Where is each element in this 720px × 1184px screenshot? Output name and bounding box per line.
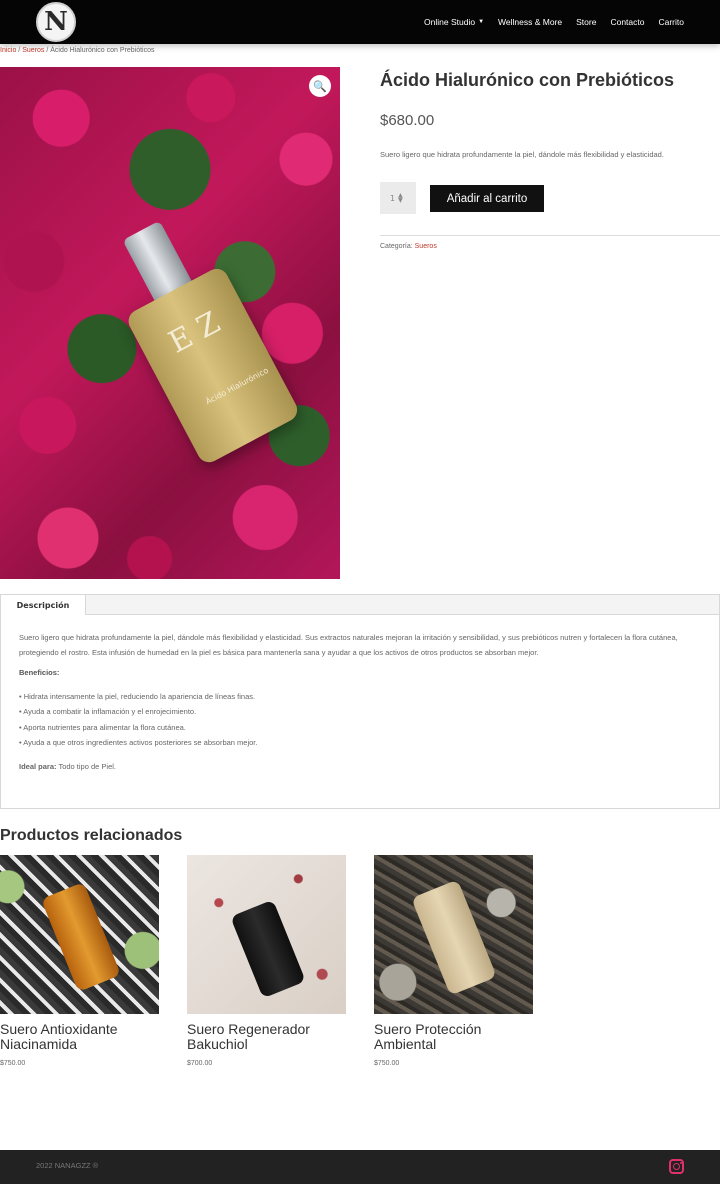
nav-label: Online Studio [424,17,476,27]
nav-store[interactable]: Store [576,17,596,27]
product-tabs: Descripción Suero ligero que hidrata pro… [0,594,720,809]
site-logo[interactable]: N [36,2,76,42]
bottle-monogram: E Z [163,305,226,361]
zoom-icon[interactable]: 🔍 [309,75,331,97]
ideal-label: Ideal para: [19,761,57,771]
ideal-for: Ideal para: Todo tipo de Piel. [19,760,699,775]
description-intro: Suero ligero que hidrata profundamente l… [19,633,678,657]
related-heading: Productos relacionados [0,827,183,844]
quantity-stepper[interactable]: 1 ▲ ▼ [380,182,416,214]
breadcrumb: Inicio / Sueros / Ácido Hialurónico con … [0,47,155,54]
nav-label: Wellness & More [498,17,563,27]
list-item: Ayuda a que otros ingredientes activos p… [19,735,699,751]
nav-contacto[interactable]: Contacto [610,17,644,27]
product-price: $750.00 [0,1060,26,1067]
instagram-icon[interactable] [669,1159,684,1174]
product-thumbnail[interactable] [187,855,346,1014]
bottle-image [411,879,497,996]
product-price: $700.00 [187,1060,213,1067]
related-product-card[interactable]: Suero Regenerador Bakuchiol $700.00 [187,855,346,1067]
product-price: $680.00 [380,112,435,129]
stepper-arrows-icon[interactable]: ▲ ▼ [398,193,403,204]
category-label: Categoría: [380,243,415,250]
bottle-label: Ácido Hialurónico [204,365,270,407]
product-name[interactable]: Suero Antioxidante Niacinamida [0,1022,159,1052]
nav-online-studio[interactable]: Online Studio ▼ [424,17,484,27]
tab-bar: Descripción [1,595,719,615]
breadcrumb-category-link[interactable]: Sueros [22,47,44,54]
product-bottle: E Z Ácido Hialurónico [92,205,302,467]
list-item: Aporta nutrientes para alimentar la flor… [19,720,699,736]
bottle-image [230,899,306,999]
product-thumbnail[interactable] [374,855,533,1014]
breadcrumb-home-link[interactable]: Inicio [0,47,16,54]
product-thumbnail[interactable] [0,855,159,1014]
related-product-card[interactable]: Suero Protección Ambiental $750.00 [374,855,533,1067]
nav-wellness-more[interactable]: Wellness & More [498,17,562,27]
product-image[interactable]: E Z Ácido Hialurónico [0,67,340,579]
nav-label: Contacto [610,17,645,27]
copyright-text: 2022 NANAGZZ ® [36,1161,99,1170]
logo-letter: N [44,7,68,37]
nav-label: Carrito [658,17,684,27]
site-footer: 2022 NANAGZZ ® [0,1150,720,1184]
product-price: $750.00 [374,1060,400,1067]
add-to-cart-button[interactable]: Añadir al carrito [430,185,544,212]
list-item: Ayuda a combatir la inflamación y el enr… [19,704,699,720]
nav-label: Store [576,17,597,27]
product-category: Categoría: Sueros [380,243,437,250]
benefits-heading: Beneficios: [19,668,60,677]
site-header: N Online Studio ▼ Wellness & More Store … [0,0,720,44]
benefits-list: Hidrata intensamente la piel, reduciendo… [19,689,699,751]
main-nav: Online Studio ▼ Wellness & More Store Co… [424,0,684,44]
product-name[interactable]: Suero Protección Ambiental [374,1022,533,1052]
breadcrumb-current: Ácido Hialurónico con Prebióticos [50,47,155,54]
related-product-card[interactable]: Suero Antioxidante Niacinamida $750.00 [0,855,159,1067]
chevron-down-icon: ▼ [478,19,485,25]
product-name[interactable]: Suero Regenerador Bakuchiol [187,1022,346,1052]
quantity-value: 1 [390,193,396,203]
category-link[interactable]: Sueros [415,243,437,250]
product-short-description: Suero ligero que hidrata profundamente l… [380,150,664,159]
nav-carrito[interactable]: Carrito [658,17,684,27]
bottle-image [40,882,122,992]
list-item: Hidrata intensamente la piel, reduciendo… [19,689,699,705]
product-title: Ácido Hialurónico con Prebióticos [380,70,675,90]
tab-descripcion[interactable]: Descripción [1,595,86,615]
ideal-value: Todo tipo de Piel. [56,761,117,771]
divider [380,235,720,236]
tab-panel-descripcion: Suero ligero que hidrata profundamente l… [19,631,699,774]
